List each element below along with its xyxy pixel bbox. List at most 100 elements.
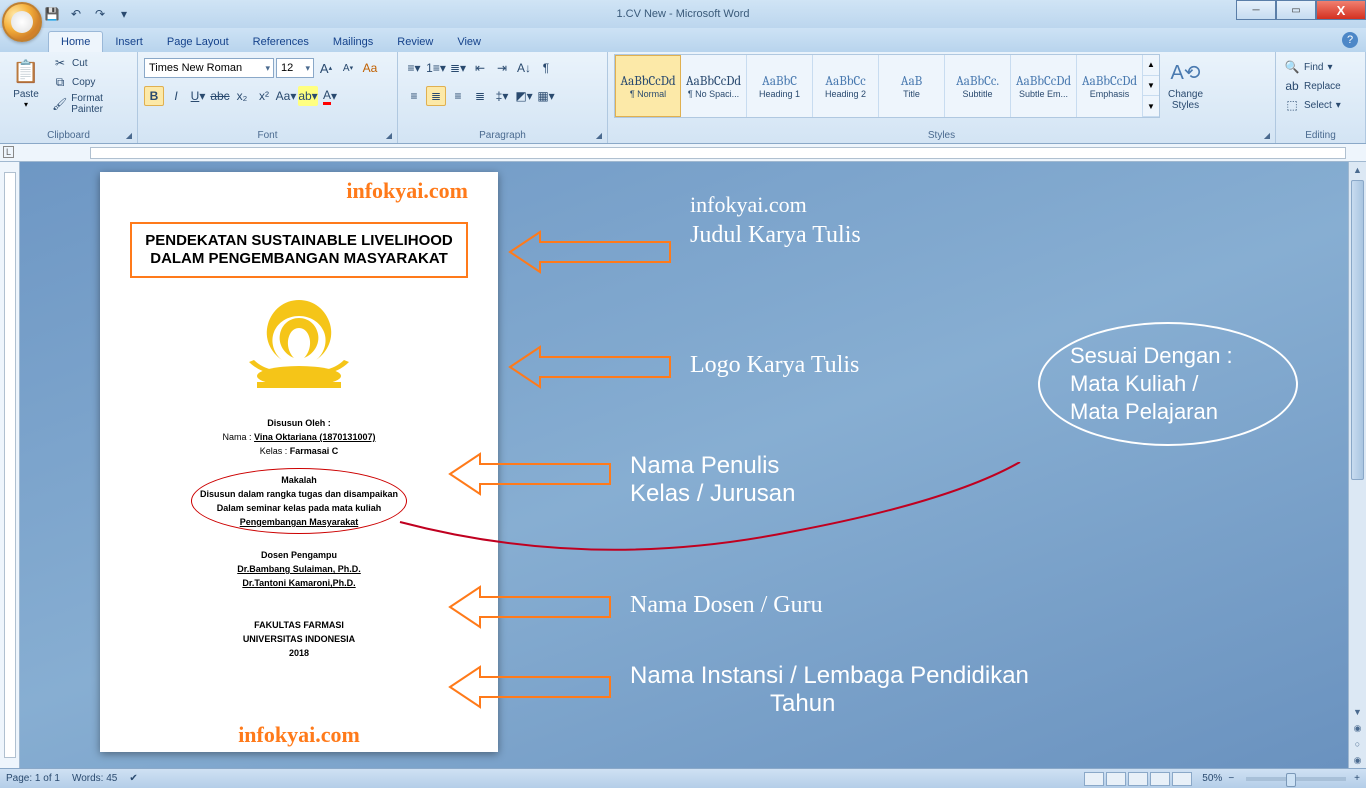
office-button[interactable] (2, 2, 42, 42)
help-icon[interactable]: ? (1342, 32, 1358, 48)
arrow-2 (500, 337, 680, 397)
scroll-thumb[interactable] (1351, 180, 1364, 480)
anno-dosen: Nama Dosen / Guru (630, 592, 823, 619)
view-web-layout[interactable] (1128, 772, 1148, 786)
undo-icon[interactable]: ↶ (66, 4, 86, 24)
find-icon: 🔍 (1284, 59, 1300, 75)
bullets-icon[interactable]: ≡▾ (404, 58, 424, 78)
align-center-icon[interactable]: ≣ (426, 86, 446, 106)
style-emphasis[interactable]: AaBbCcDdEmphasis (1077, 55, 1143, 117)
font-size-combo[interactable]: 12 (276, 58, 314, 78)
clipboard-launcher[interactable]: ◢ (123, 129, 135, 141)
styles-launcher[interactable]: ◢ (1261, 129, 1273, 141)
view-full-screen[interactable] (1106, 772, 1126, 786)
browse-icon[interactable]: ○ (1349, 736, 1366, 752)
style-heading-1[interactable]: AaBbCHeading 1 (747, 55, 813, 117)
next-page-icon[interactable]: ◉ (1349, 752, 1366, 768)
style-heading-2[interactable]: AaBbCcHeading 2 (813, 55, 879, 117)
highlight-button[interactable]: ab▾ (298, 86, 318, 106)
fakultas: FAKULTAS FARMASI (130, 618, 468, 632)
zoom-level[interactable]: 50% (1202, 773, 1222, 784)
font-launcher[interactable]: ◢ (383, 129, 395, 141)
find-button[interactable]: 🔍Find ▾ (1282, 58, 1359, 76)
style-title[interactable]: AaBTitle (879, 55, 945, 117)
styles-row-down[interactable]: ▼ (1143, 76, 1159, 97)
anno-site: infokyai.com (690, 192, 807, 218)
sort-icon[interactable]: A↓ (514, 58, 534, 78)
replace-button[interactable]: abReplace (1282, 77, 1359, 95)
document-page[interactable]: infokyai.com PENDEKATAN SUSTAINABLE LIVE… (100, 172, 498, 752)
indent-right-icon[interactable]: ⇥ (492, 58, 512, 78)
horizontal-ruler[interactable] (0, 144, 1366, 162)
qat-dropdown-icon[interactable]: ▾ (114, 4, 134, 24)
borders-icon[interactable]: ▦▾ (536, 86, 556, 106)
status-page[interactable]: Page: 1 of 1 (6, 773, 60, 784)
select-button[interactable]: ⬚Select ▾ (1282, 96, 1359, 114)
clear-format-icon[interactable]: Aa (360, 58, 380, 78)
strike-button[interactable]: abc (210, 86, 230, 106)
italic-button[interactable]: I (166, 86, 186, 106)
cut-button[interactable]: ✂Cut (50, 54, 131, 72)
proofing-icon[interactable]: ✔ (129, 773, 137, 784)
style---normal[interactable]: AaBbCcDd¶ Normal (615, 55, 681, 117)
brush-icon: 🖌 (52, 96, 67, 112)
subscript-button[interactable]: x₂ (232, 86, 252, 106)
arrow-3 (440, 444, 620, 504)
styles-row-up[interactable]: ▲ (1143, 55, 1159, 76)
titlebar: 💾 ↶ ↷ ▾ 1.CV New - Microsoft Word ─ ▭ X (0, 0, 1366, 28)
minimize-button[interactable]: ─ (1236, 0, 1276, 20)
underline-button[interactable]: U▾ (188, 86, 208, 106)
show-marks-icon[interactable]: ¶ (536, 58, 556, 78)
status-words[interactable]: Words: 45 (72, 773, 117, 784)
change-case-button[interactable]: Aa▾ (276, 86, 296, 106)
change-styles-button[interactable]: A⟲ Change Styles (1164, 54, 1207, 113)
select-icon: ⬚ (1284, 97, 1300, 113)
copy-button[interactable]: ⧉Copy (50, 73, 131, 91)
paste-button[interactable]: 📋 Paste ▾ (6, 54, 46, 111)
save-icon[interactable]: 💾 (42, 4, 62, 24)
arrow-4 (440, 577, 620, 637)
tab-page-layout[interactable]: Page Layout (155, 32, 241, 52)
numbering-icon[interactable]: 1≡▾ (426, 58, 446, 78)
format-painter-button[interactable]: 🖌Format Painter (50, 92, 131, 116)
multilevel-icon[interactable]: ≣▾ (448, 58, 468, 78)
scroll-up-icon[interactable]: ▲ (1349, 162, 1366, 178)
style-subtitle[interactable]: AaBbCc.Subtitle (945, 55, 1011, 117)
redo-icon[interactable]: ↷ (90, 4, 110, 24)
style-subtle-em---[interactable]: AaBbCcDdSubtle Em... (1011, 55, 1077, 117)
close-button[interactable]: X (1316, 0, 1366, 20)
styles-more[interactable]: ▼ (1143, 96, 1159, 117)
tab-view[interactable]: View (445, 32, 493, 52)
bold-button[interactable]: B (144, 86, 164, 106)
vertical-scrollbar[interactable]: ▲ ▼ ◉ ○ ◉ (1348, 162, 1366, 768)
zoom-slider[interactable] (1246, 777, 1346, 781)
superscript-button[interactable]: x² (254, 86, 274, 106)
tab-home[interactable]: Home (48, 31, 103, 52)
prev-page-icon[interactable]: ◉ (1349, 720, 1366, 736)
justify-icon[interactable]: ≣ (470, 86, 490, 106)
paragraph-launcher[interactable]: ◢ (593, 129, 605, 141)
view-print-layout[interactable] (1084, 772, 1104, 786)
zoom-in-icon[interactable]: + (1354, 773, 1360, 784)
tab-review[interactable]: Review (385, 32, 445, 52)
maximize-button[interactable]: ▭ (1276, 0, 1316, 20)
grow-font-icon[interactable]: A▴ (316, 58, 336, 78)
align-left-icon[interactable]: ≡ (404, 86, 424, 106)
line-spacing-icon[interactable]: ‡▾ (492, 86, 512, 106)
font-color-button[interactable]: A▾ (320, 86, 340, 106)
font-name-combo[interactable]: Times New Roman (144, 58, 274, 78)
view-draft[interactable] (1172, 772, 1192, 786)
scroll-down-icon[interactable]: ▼ (1349, 704, 1366, 720)
tab-mailings[interactable]: Mailings (321, 32, 385, 52)
zoom-out-icon[interactable]: − (1228, 773, 1234, 784)
tab-references[interactable]: References (241, 32, 321, 52)
style---no-spaci---[interactable]: AaBbCcDd¶ No Spaci... (681, 55, 747, 117)
view-outline[interactable] (1150, 772, 1170, 786)
tab-insert[interactable]: Insert (103, 32, 155, 52)
vertical-ruler[interactable] (0, 162, 20, 768)
document-canvas[interactable]: infokyai.com PENDEKATAN SUSTAINABLE LIVE… (20, 162, 1348, 768)
indent-left-icon[interactable]: ⇤ (470, 58, 490, 78)
align-right-icon[interactable]: ≡ (448, 86, 468, 106)
shading-icon[interactable]: ◩▾ (514, 86, 534, 106)
shrink-font-icon[interactable]: A▾ (338, 58, 358, 78)
